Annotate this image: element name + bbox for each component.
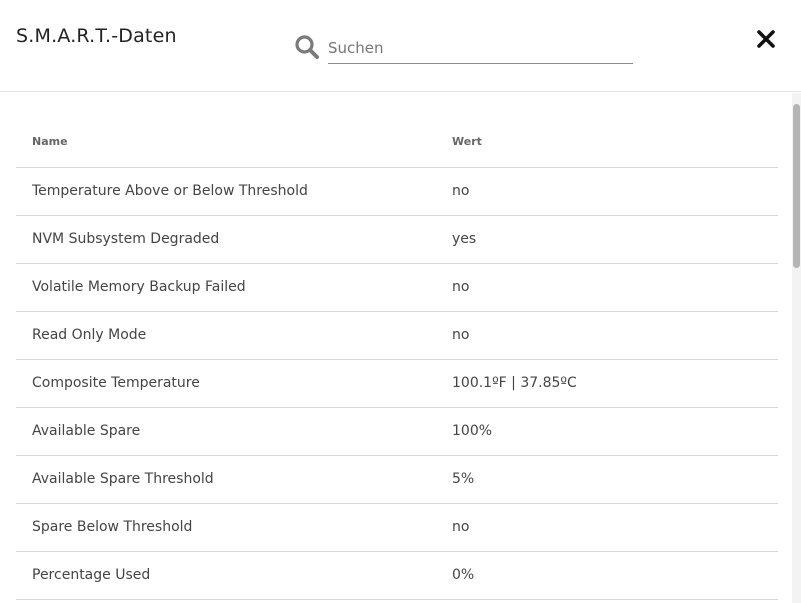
search-icon: [294, 34, 320, 60]
cell-value: no: [436, 311, 778, 360]
cell-name: Available Spare Threshold: [16, 455, 436, 504]
table-row: NVM Subsystem Degraded yes: [16, 215, 778, 264]
table-row: Read Only Mode no: [16, 311, 778, 360]
table-row: Percentage Used 0%: [16, 551, 778, 600]
cell-value: 100%: [436, 407, 778, 456]
dialog-title: S.M.A.R.T.-Daten: [16, 25, 177, 47]
cell-name: Composite Temperature: [16, 359, 436, 408]
table-row: Available Spare 100%: [16, 407, 778, 456]
table-row: Temperature Above or Below Threshold no: [16, 167, 778, 216]
table-row: Spare Below Threshold no: [16, 503, 778, 552]
cell-name: Temperature Above or Below Threshold: [16, 167, 436, 216]
cell-value: no: [436, 503, 778, 552]
table-row: Available Spare Threshold 5%: [16, 455, 778, 504]
search-input[interactable]: [328, 32, 633, 64]
smart-data-table: Name Wert Temperature Above or Below Thr…: [16, 117, 778, 600]
cell-value: no: [436, 167, 778, 216]
table-row: Volatile Memory Backup Failed no: [16, 263, 778, 312]
table-header-row: Name Wert: [16, 117, 778, 168]
dialog-header: S.M.A.R.T.-Daten: [0, 0, 801, 92]
cell-name: Percentage Used: [16, 551, 436, 600]
smart-data-dialog: S.M.A.R.T.-Daten Name Wert: [0, 0, 801, 603]
cell-name: Volatile Memory Backup Failed: [16, 263, 436, 312]
cell-value: yes: [436, 215, 778, 264]
cell-name: Available Spare: [16, 407, 436, 456]
cell-value: 5%: [436, 455, 778, 504]
cell-value: 0%: [436, 551, 778, 600]
dialog-body: Name Wert Temperature Above or Below Thr…: [0, 93, 801, 603]
close-icon[interactable]: [754, 27, 778, 51]
scrollbar-thumb[interactable]: [793, 104, 800, 268]
column-header-value[interactable]: Wert: [436, 117, 778, 168]
search-box: [292, 30, 634, 64]
cell-name: Read Only Mode: [16, 311, 436, 360]
cell-value: 100.1ºF | 37.85ºC: [436, 359, 778, 408]
table-row: Composite Temperature 100.1ºF | 37.85ºC: [16, 359, 778, 408]
cell-name: Spare Below Threshold: [16, 503, 436, 552]
cell-value: no: [436, 263, 778, 312]
column-header-name[interactable]: Name: [16, 117, 436, 168]
cell-name: NVM Subsystem Degraded: [16, 215, 436, 264]
